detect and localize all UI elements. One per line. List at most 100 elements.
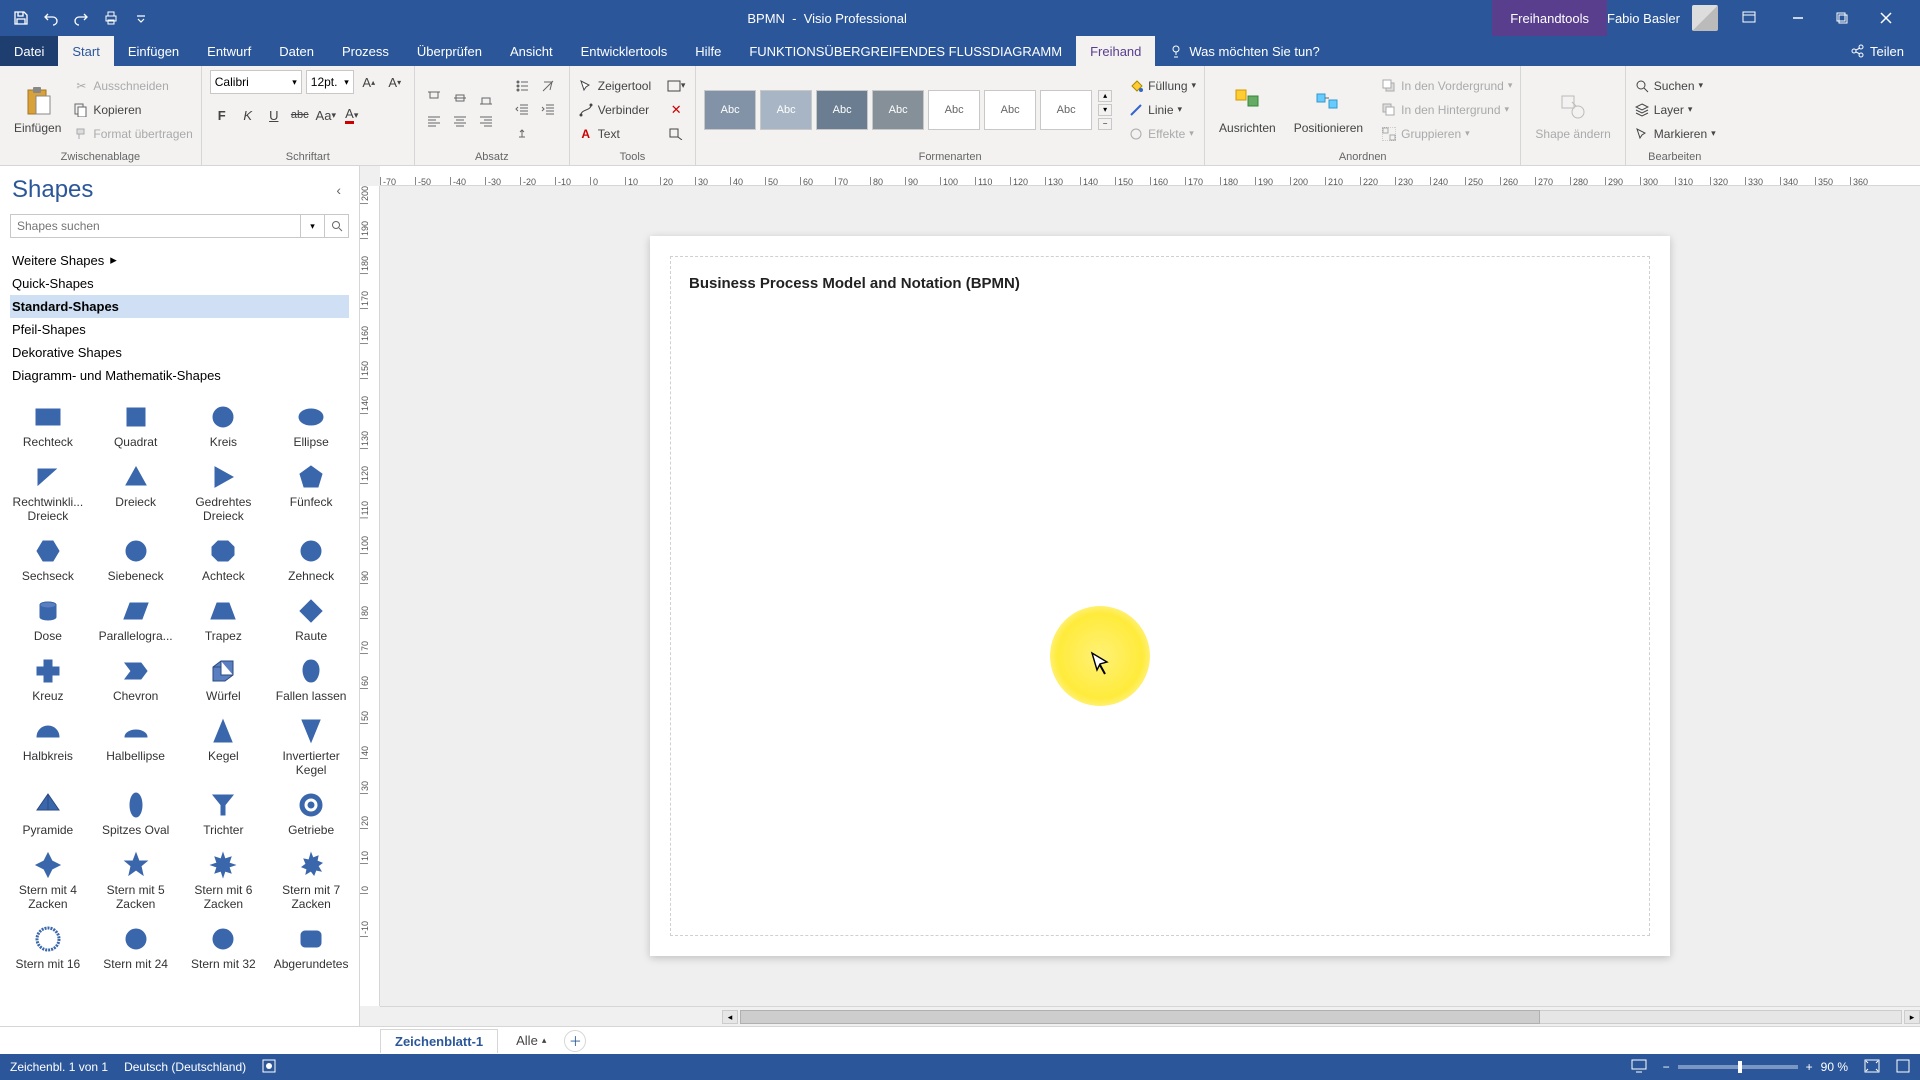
- style-swatch-5[interactable]: Abc: [928, 90, 980, 130]
- share-button[interactable]: Teilen: [1834, 36, 1920, 66]
- tab-entwurf[interactable]: Entwurf: [193, 36, 265, 66]
- tab-daten[interactable]: Daten: [265, 36, 328, 66]
- page-heading-text[interactable]: Business Process Model and Notation (BPM…: [689, 275, 1631, 292]
- align-middle-button[interactable]: [449, 87, 471, 109]
- shape-sechseck[interactable]: Sechseck: [6, 533, 90, 587]
- paste-button[interactable]: Einfügen: [8, 83, 67, 137]
- underline-button[interactable]: U: [262, 104, 286, 126]
- delete-tool[interactable]: ✕: [665, 99, 687, 121]
- minimize-button[interactable]: [1776, 0, 1820, 36]
- style-swatch-7[interactable]: Abc: [1040, 90, 1092, 130]
- drawing-page[interactable]: Business Process Model and Notation (BPM…: [650, 236, 1670, 956]
- style-gallery[interactable]: Abc Abc Abc Abc Abc Abc Abc ▴▾⎯: [704, 90, 1112, 130]
- font-size-selector[interactable]: 12pt.▾: [306, 70, 354, 94]
- zoom-out-button[interactable]: −: [1663, 1060, 1670, 1074]
- print-icon[interactable]: [102, 9, 120, 27]
- font-name-selector[interactable]: Calibri▾: [210, 70, 302, 94]
- tab-hilfe[interactable]: Hilfe: [681, 36, 735, 66]
- shape-dose[interactable]: Dose: [6, 593, 90, 647]
- tab-file[interactable]: Datei: [0, 36, 58, 66]
- style-swatch-1[interactable]: Abc: [704, 90, 756, 130]
- shape-kreuz[interactable]: Kreuz: [6, 653, 90, 707]
- align-left-button[interactable]: [423, 111, 445, 133]
- fill-button[interactable]: Füllung ▾: [1128, 75, 1196, 97]
- shape-pyramide[interactable]: Pyramide: [6, 787, 90, 841]
- shape-stern-mit-24[interactable]: Stern mit 24: [94, 921, 178, 975]
- strike-button[interactable]: abc: [288, 104, 312, 126]
- stencil-decorative[interactable]: Dekorative Shapes: [10, 341, 349, 364]
- shape-halbellipse[interactable]: Halbellipse: [94, 713, 178, 781]
- decrease-indent-button[interactable]: [511, 99, 533, 121]
- change-shape-button[interactable]: Shape ändern: [1529, 89, 1616, 143]
- bullets-button[interactable]: [511, 75, 533, 97]
- tab-prozess[interactable]: Prozess: [328, 36, 403, 66]
- shape-w-rfel[interactable]: Würfel: [182, 653, 266, 707]
- send-back-button[interactable]: In den Hintergrund ▾: [1381, 99, 1512, 121]
- tab-crossfunctional[interactable]: FUNKTIONSÜBERGREIFENDES FLUSSDIAGRAMM: [735, 36, 1076, 66]
- hscroll-left[interactable]: ◂: [722, 1010, 738, 1024]
- tab-start[interactable]: Start: [58, 36, 113, 66]
- qat-customize-icon[interactable]: [132, 9, 150, 27]
- stencil-math[interactable]: Diagramm- und Mathematik-Shapes: [10, 364, 349, 387]
- position-button[interactable]: Positionieren: [1288, 83, 1369, 137]
- shape-quadrat[interactable]: Quadrat: [94, 399, 178, 453]
- style-swatch-3[interactable]: Abc: [816, 90, 868, 130]
- shape-stern-mit-7-zacken[interactable]: Stern mit 7 Zacken: [269, 847, 353, 915]
- shape-rechteck[interactable]: Rechteck: [6, 399, 90, 453]
- redo-icon[interactable]: [72, 9, 90, 27]
- full-screen-icon[interactable]: [1896, 1059, 1910, 1076]
- sheet-tab-all[interactable]: Alle▴: [506, 1029, 556, 1052]
- copy-button[interactable]: Kopieren: [73, 99, 192, 121]
- stencil-standard[interactable]: Standard-Shapes: [10, 295, 349, 318]
- layer-button[interactable]: Layer ▾: [1634, 99, 1716, 121]
- horizontal-scrollbar[interactable]: ◂ ▸: [380, 1006, 1920, 1026]
- shape-stern-mit-32[interactable]: Stern mit 32: [182, 921, 266, 975]
- bring-front-button[interactable]: In den Vordergrund ▾: [1381, 75, 1512, 97]
- stencil-quick[interactable]: Quick-Shapes: [10, 272, 349, 295]
- shape-ellipse[interactable]: Ellipse: [269, 399, 353, 453]
- shape-dreieck[interactable]: Dreieck: [94, 459, 178, 527]
- tell-me-search[interactable]: Was möchten Sie tun?: [1155, 36, 1834, 66]
- text-tool[interactable]: AText: [578, 123, 651, 145]
- stencil-more-shapes[interactable]: Weitere Shapes▸: [10, 248, 349, 272]
- shape-halbkreis[interactable]: Halbkreis: [6, 713, 90, 781]
- shape-parallelogra-[interactable]: Parallelogra...: [94, 593, 178, 647]
- bold-button[interactable]: F: [210, 104, 234, 126]
- macro-recorder-icon[interactable]: [262, 1059, 276, 1076]
- add-sheet-button[interactable]: ＋: [564, 1030, 586, 1052]
- shape-getriebe[interactable]: Getriebe: [269, 787, 353, 841]
- format-painter-button[interactable]: Format übertragen: [73, 123, 192, 145]
- canvas-viewport[interactable]: Business Process Model and Notation (BPM…: [380, 186, 1920, 1006]
- shape-kreis[interactable]: Kreis: [182, 399, 266, 453]
- save-icon[interactable]: [12, 9, 30, 27]
- shape-zehneck[interactable]: Zehneck: [269, 533, 353, 587]
- shape-trichter[interactable]: Trichter: [182, 787, 266, 841]
- sheet-tab-active[interactable]: Zeichenblatt-1: [380, 1029, 498, 1053]
- shape-abgerundetes[interactable]: Abgerundetes: [269, 921, 353, 975]
- close-button[interactable]: [1864, 0, 1908, 36]
- more-tools[interactable]: [665, 123, 687, 145]
- select-button[interactable]: Markieren ▾: [1634, 123, 1716, 145]
- user-name[interactable]: Fabio Basler: [1607, 11, 1680, 26]
- increase-indent-button[interactable]: [537, 99, 559, 121]
- cut-button[interactable]: ✂Ausschneiden: [73, 75, 192, 97]
- grow-font-button[interactable]: A▴: [358, 71, 380, 93]
- rectangle-tool[interactable]: ▾: [665, 75, 687, 97]
- shape-spitzes-oval[interactable]: Spitzes Oval: [94, 787, 178, 841]
- tab-freihand[interactable]: Freihand: [1076, 36, 1155, 66]
- align-button[interactable]: Ausrichten: [1213, 83, 1282, 137]
- zoom-in-button[interactable]: +: [1806, 1060, 1813, 1074]
- tab-einfuegen[interactable]: Einfügen: [114, 36, 193, 66]
- connector-tool[interactable]: Verbinder: [578, 99, 651, 121]
- tab-entwicklertools[interactable]: Entwicklertools: [567, 36, 682, 66]
- zoom-slider[interactable]: [1678, 1065, 1798, 1069]
- shape-stern-mit-16[interactable]: Stern mit 16: [6, 921, 90, 975]
- shape-stern-mit-5-zacken[interactable]: Stern mit 5 Zacken: [94, 847, 178, 915]
- shape-stern-mit-4-zacken[interactable]: Stern mit 4 Zacken: [6, 847, 90, 915]
- zoom-level[interactable]: 90 %: [1821, 1060, 1848, 1074]
- align-right-button[interactable]: [475, 111, 497, 133]
- style-swatch-6[interactable]: Abc: [984, 90, 1036, 130]
- shape-achteck[interactable]: Achteck: [182, 533, 266, 587]
- tab-ueberpruefen[interactable]: Überprüfen: [403, 36, 496, 66]
- align-top-button[interactable]: [423, 87, 445, 109]
